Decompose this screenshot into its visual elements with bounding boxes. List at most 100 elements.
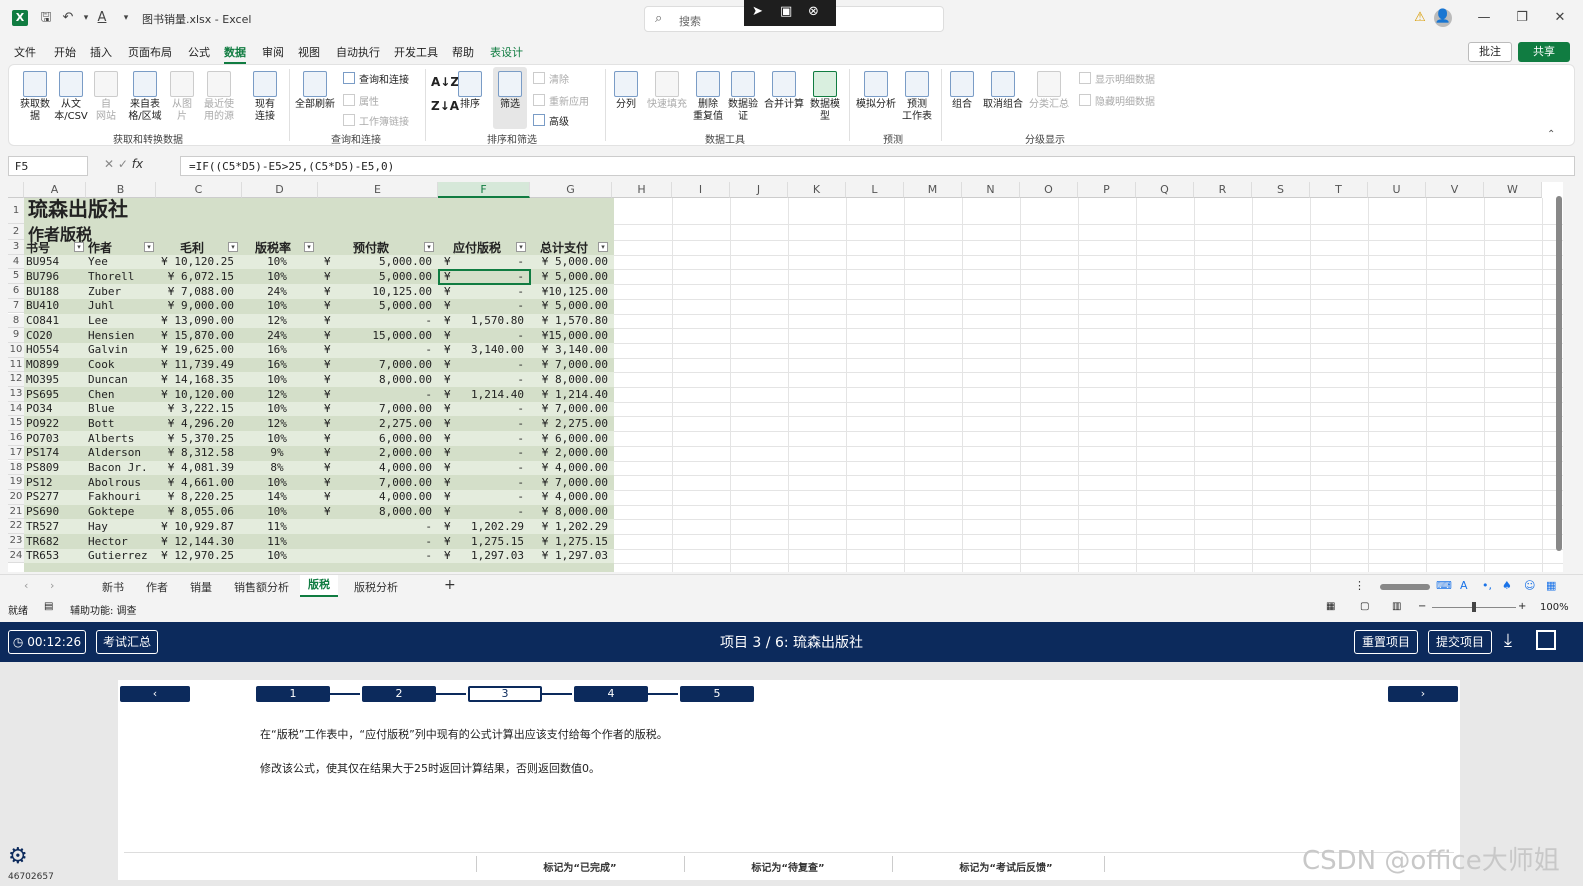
column-header-K[interactable]: K	[788, 182, 846, 198]
cell-total-payment[interactable]: ¥ 1,202.29	[532, 520, 608, 534]
share-button[interactable]: 共享	[1518, 42, 1570, 62]
cell-royalty-rate[interactable]: 10%	[244, 270, 310, 284]
column-header-U[interactable]: U	[1368, 182, 1426, 198]
cell-advance[interactable]: -	[320, 549, 432, 563]
cell-royalty-due[interactable]: 1,214.40	[440, 388, 524, 402]
cell-royalty-due[interactable]: 1,570.80	[440, 314, 524, 328]
cell-book-id[interactable]: CO841	[26, 314, 84, 328]
cell-book-id[interactable]: PO34	[26, 402, 84, 416]
row-header-10[interactable]: 10	[8, 342, 24, 358]
cell-gross-profit[interactable]: ¥ 11,739.49	[158, 358, 234, 372]
cell-author[interactable]: Lee	[88, 314, 154, 328]
cell-royalty-rate[interactable]: 10%	[244, 402, 310, 416]
cell-author[interactable]: Zuber	[88, 285, 154, 299]
cell-royalty-due[interactable]: -	[440, 417, 524, 431]
tab-review[interactable]: 审阅	[262, 44, 284, 60]
cell-gross-profit[interactable]: ¥ 8,055.06	[158, 505, 234, 519]
cell-royalty-due[interactable]: -	[440, 373, 524, 387]
skin-icon[interactable]: ♠	[1498, 579, 1516, 592]
emoji-icon[interactable]: ☺	[1520, 579, 1539, 592]
cell-advance[interactable]: -	[320, 314, 432, 328]
settings-gear-icon[interactable]: ⚙	[8, 844, 28, 869]
cell-book-id[interactable]: PS809	[26, 461, 84, 475]
prev-task-button[interactable]: ‹	[120, 686, 190, 702]
active-cell-F5[interactable]	[438, 269, 531, 286]
cell-gross-profit[interactable]: ¥ 10,120.00	[158, 388, 234, 402]
cell-gross-profit[interactable]: ¥ 14,168.35	[158, 373, 234, 387]
cell-author[interactable]: Chen	[88, 388, 154, 402]
cell-total-payment[interactable]: ¥10,125.00	[532, 285, 608, 299]
cell-royalty-rate[interactable]: 10%	[244, 255, 310, 269]
text-to-columns-button[interactable]: 分列	[609, 71, 643, 111]
cell-royalty-due[interactable]: -	[440, 358, 524, 372]
row-header-16[interactable]: 16	[8, 431, 24, 446]
cell-total-payment[interactable]: ¥ 7,000.00	[532, 476, 608, 490]
column-header-P[interactable]: P	[1078, 182, 1136, 198]
row-header-8[interactable]: 8	[8, 313, 24, 329]
cell-advance[interactable]: 5,000.00	[320, 270, 432, 284]
forecast-sheet-button[interactable]: 预测 工作表	[899, 71, 935, 123]
cell-author[interactable]: Fakhouri	[88, 490, 154, 504]
hide-detail-button[interactable]: 隐藏明细数据	[1079, 93, 1155, 108]
worksheet-grid[interactable]: ABCDEFGHIJKLMNOPQRSTUVW 1 2 3 4 5 6 7 8 9 10 11 12 1…	[8, 182, 1563, 572]
cell-author[interactable]: Gutierrez	[88, 549, 154, 563]
cell-gross-profit[interactable]: ¥ 9,000.00	[158, 299, 234, 313]
task-step-3[interactable]: 3	[468, 686, 542, 702]
task-step-5[interactable]: 5	[680, 686, 754, 702]
cell-book-id[interactable]: TR653	[26, 549, 84, 563]
cell-author[interactable]: Hensien	[88, 329, 154, 343]
enter-icon[interactable]: ✓	[118, 157, 128, 171]
cell-author[interactable]: Cook	[88, 358, 154, 372]
row-header-9[interactable]: 9	[8, 328, 24, 343]
cell-author[interactable]: Goktepe	[88, 505, 154, 519]
cell-advance[interactable]: 7,000.00	[320, 476, 432, 490]
cell-total-payment[interactable]: ¥ 7,000.00	[532, 358, 608, 372]
sheet-tab-royalty-analysis[interactable]: 版税分析	[350, 579, 402, 595]
cell-total-payment[interactable]: ¥ 2,000.00	[532, 446, 608, 460]
zoom-in-icon[interactable]: +	[1518, 601, 1526, 612]
comment-button[interactable]: 批注	[1468, 42, 1512, 62]
what-if-analysis-button[interactable]: 模拟分析	[855, 71, 897, 111]
layout-toggle-icon[interactable]	[1536, 630, 1556, 650]
cell-royalty-rate[interactable]: 12%	[244, 417, 310, 431]
column-header-M[interactable]: M	[904, 182, 962, 198]
filter-dropdown-icon[interactable]: ▾	[516, 242, 526, 252]
macro-record-icon[interactable]: ▤	[44, 601, 53, 612]
reset-project-button[interactable]: 重置项目	[1354, 630, 1418, 654]
sheet-tab-sales[interactable]: 销量	[186, 579, 216, 595]
cell-advance[interactable]: 7,000.00	[320, 358, 432, 372]
remove-duplicates-button[interactable]: 删除 重复值	[691, 71, 725, 123]
filter-dropdown-icon[interactable]: ▾	[74, 242, 84, 252]
cell-gross-profit[interactable]: ¥ 19,625.00	[158, 343, 234, 357]
tab-table-design[interactable]: 表设计	[490, 44, 523, 60]
cell-gross-profit[interactable]: ¥ 12,144.30	[158, 535, 234, 549]
column-header-F[interactable]: F	[438, 182, 530, 198]
cell-book-id[interactable]: BU796	[26, 270, 84, 284]
row-header-12[interactable]: 12	[8, 372, 24, 387]
quick-access-dropdown-icon[interactable]: ▾	[118, 10, 134, 26]
zoom-slider-thumb[interactable]	[1472, 602, 1476, 612]
row-header-13[interactable]: 13	[8, 387, 24, 402]
restore-icon[interactable]: ❐	[1514, 10, 1530, 26]
minimize-icon[interactable]: —	[1476, 10, 1492, 26]
column-header-W[interactable]: W	[1484, 182, 1542, 198]
cell-gross-profit[interactable]: ¥ 4,081.39	[158, 461, 234, 475]
cell-book-id[interactable]: PS277	[26, 490, 84, 504]
column-header-E[interactable]: E	[318, 182, 438, 198]
pointer-icon[interactable]: ➤	[752, 4, 763, 19]
next-sheet-icon[interactable]: ›	[46, 579, 58, 592]
tab-page-layout[interactable]: 页面布局	[128, 44, 172, 60]
row-header-5[interactable]: 5	[8, 269, 24, 285]
sheet-tab-authors[interactable]: 作者	[142, 579, 172, 595]
accessibility-status[interactable]: 辅助功能: 调查	[70, 602, 137, 617]
cell-royalty-due[interactable]: -	[440, 505, 524, 519]
from-web-button[interactable]: 自 网站	[91, 71, 121, 123]
filter-dropdown-icon[interactable]: ▾	[424, 242, 434, 252]
sheet-tab-sales-analysis[interactable]: 销售额分析	[230, 579, 293, 595]
cell-author[interactable]: Blue	[88, 402, 154, 416]
avatar[interactable]: 👤	[1434, 9, 1452, 27]
cell-author[interactable]: Bacon Jr.	[88, 461, 154, 475]
cell-author[interactable]: Hector	[88, 535, 154, 549]
cell-book-id[interactable]: BU188	[26, 285, 84, 299]
ime-toolbar-icon[interactable]: ⌨	[1432, 579, 1456, 592]
